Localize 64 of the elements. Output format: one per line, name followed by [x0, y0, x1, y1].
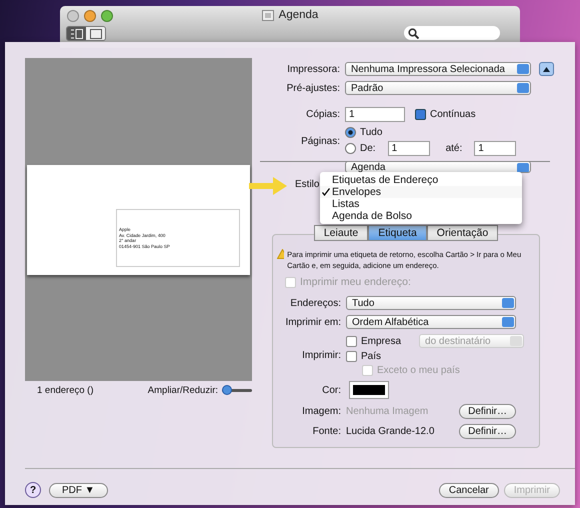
pdf-button[interactable]: PDF ▼: [49, 482, 108, 498]
app-popup[interactable]: Agenda: [345, 161, 531, 173]
presets-popup[interactable]: Padrão: [345, 81, 531, 95]
zoom-label: Ampliar/Reduzir:: [148, 385, 218, 396]
checkbox-label: Imprimir meu endereço:: [300, 276, 411, 288]
to-field[interactable]: 1: [474, 141, 516, 156]
checkbox-label: Empresa: [361, 336, 402, 346]
menu-item[interactable]: Agenda de Bolso: [320, 210, 522, 222]
help-button[interactable]: ?: [25, 482, 41, 498]
font-label: Fonte:: [312, 426, 341, 437]
up-triangle-icon: [543, 66, 550, 72]
to-label: até:: [446, 143, 462, 154]
tab[interactable]: Orientação: [426, 225, 498, 241]
slider-thumb[interactable]: [222, 385, 232, 395]
radio-label: Tudo: [360, 127, 382, 138]
search-field[interactable]: [404, 26, 500, 40]
list-view-icon: [70, 28, 82, 38]
checkbox-label: País: [361, 351, 382, 362]
minimize-button[interactable]: [84, 10, 96, 22]
checkbox-label: Exceto o meu país: [377, 365, 460, 376]
radio-label: De:: [360, 143, 376, 154]
copies-field[interactable]: 1: [345, 107, 405, 122]
define-button[interactable]: Definir…: [459, 404, 516, 419]
define-button[interactable]: Definir…: [459, 424, 516, 439]
from-field[interactable]: 1: [388, 141, 430, 156]
menu-item[interactable]: Etiquetas de Endereço: [320, 174, 522, 186]
warning-icon: [277, 249, 284, 259]
print-label: Imprimir:: [301, 350, 341, 360]
card-view-icon: [90, 28, 102, 38]
menu-item[interactable]: Listas: [320, 198, 522, 210]
cancel-button[interactable]: Cancelar: [438, 482, 499, 498]
checkbox[interactable]: [346, 351, 357, 362]
tab[interactable]: Etiqueta: [368, 225, 427, 241]
tab[interactable]: Leiaute: [314, 225, 368, 241]
addresses-popup[interactable]: Tudo: [346, 296, 516, 310]
address-count: 1 endereço (): [37, 385, 94, 396]
checkbox[interactable]: [346, 336, 357, 346]
search-icon: [408, 28, 419, 38]
view-toggle[interactable]: [67, 27, 86, 40]
radio-button[interactable]: [345, 143, 356, 154]
image-label: Imagem:: [301, 406, 341, 417]
menu-item[interactable]: Envelopes: [320, 186, 522, 198]
font-value: Lucida Grande-12.0: [346, 426, 434, 437]
pages-label: Páginas:: [300, 136, 340, 147]
collated-label: Contínuas: [430, 109, 476, 120]
checkbox[interactable]: [415, 109, 426, 120]
print-in-popup[interactable]: Ordem Alfabética: [346, 315, 516, 329]
view-toggle[interactable]: [86, 27, 105, 40]
presets-label: Pré-ajustes:: [286, 82, 340, 94]
style-label: Estilo: [295, 178, 320, 190]
color-well[interactable]: [349, 381, 389, 399]
print-in-label: Imprimir em:: [284, 316, 341, 328]
window-title: Agenda: [278, 9, 318, 21]
printer-label: Impressora:: [286, 64, 340, 74]
image-value: Nenhuma Imagem: [346, 406, 428, 417]
zoom-button[interactable]: [101, 10, 113, 22]
copies-label: Cópias:: [305, 109, 340, 120]
color-label: Cor:: [321, 384, 341, 396]
close-button[interactable]: [67, 10, 79, 22]
collapse-button[interactable]: [539, 62, 554, 76]
printer-popup[interactable]: Nenhuma Impressora Selecionada: [345, 62, 531, 76]
addresses-label: Endereços:: [289, 298, 341, 308]
radio-button[interactable]: [345, 127, 356, 138]
arrow-icon: [249, 177, 287, 195]
